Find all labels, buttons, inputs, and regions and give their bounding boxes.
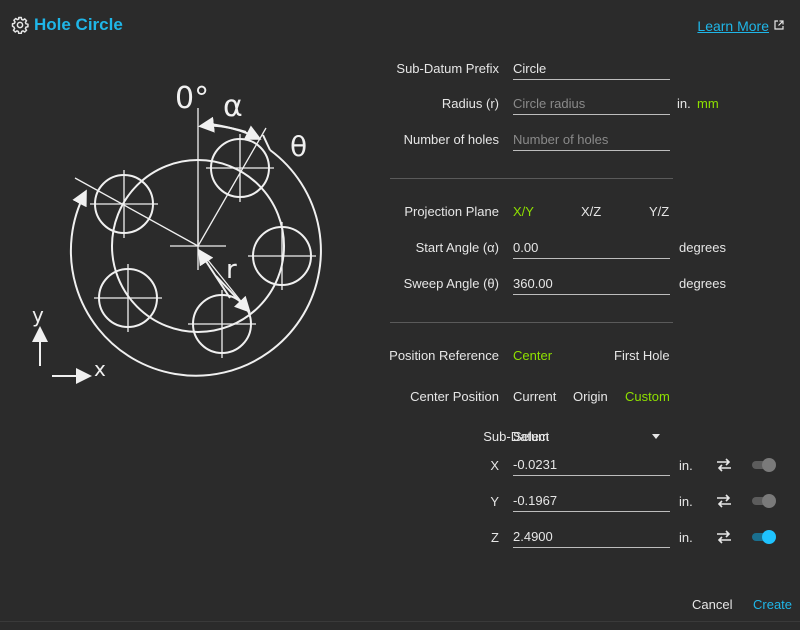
sweep-angle-input[interactable]: 360.00 bbox=[513, 273, 670, 295]
unit-mm-option[interactable]: mm bbox=[697, 96, 719, 111]
coord-x-toggle[interactable] bbox=[750, 458, 776, 472]
swap-icon[interactable] bbox=[716, 530, 732, 544]
radius-label: Radius (r) bbox=[441, 96, 499, 111]
coord-z-unit: in. bbox=[679, 530, 693, 545]
start-angle-unit: degrees bbox=[679, 240, 726, 255]
start-angle-input[interactable]: 0.00 bbox=[513, 237, 670, 259]
prefix-label: Sub-Datum Prefix bbox=[396, 61, 499, 76]
divider bbox=[0, 621, 800, 622]
sweep-angle-unit: degrees bbox=[679, 276, 726, 291]
coord-z-label: Z bbox=[491, 530, 499, 545]
prefix-input[interactable]: Circle bbox=[513, 58, 670, 80]
create-button[interactable]: Create bbox=[753, 597, 792, 612]
plane-label: Projection Plane bbox=[404, 204, 499, 219]
sweep-arc bbox=[69, 149, 322, 377]
center-position-label: Center Position bbox=[410, 389, 499, 404]
coord-x-label: X bbox=[490, 458, 499, 473]
coord-y-unit: in. bbox=[679, 494, 693, 509]
page-title: Hole Circle bbox=[34, 15, 123, 34]
center-current-option[interactable]: Current bbox=[513, 389, 556, 404]
cancel-button[interactable]: Cancel bbox=[692, 597, 732, 612]
center-custom-option[interactable]: Custom bbox=[625, 389, 670, 404]
title-bar: Hole Circle Learn More bbox=[0, 0, 800, 50]
radius-input[interactable]: Circle radius bbox=[513, 93, 670, 115]
plane-xy-option[interactable]: X/Y bbox=[513, 204, 534, 219]
coord-z-toggle[interactable] bbox=[750, 530, 776, 544]
hole-circle-diagram: 0° α θ r y x bbox=[32, 81, 322, 384]
swap-icon[interactable] bbox=[716, 458, 732, 472]
divider bbox=[390, 178, 673, 179]
position-reference-label: Position Reference bbox=[389, 348, 499, 363]
coord-x-unit: in. bbox=[679, 458, 693, 473]
unit-in-option[interactable]: in. bbox=[677, 96, 691, 111]
chevron-down-icon[interactable] bbox=[652, 434, 660, 439]
zero-degree-label: 0° bbox=[175, 81, 209, 116]
theta-label: θ bbox=[290, 130, 307, 163]
swap-icon[interactable] bbox=[716, 494, 732, 508]
plane-yz-option[interactable]: Y/Z bbox=[649, 204, 669, 219]
center-origin-option[interactable]: Origin bbox=[573, 389, 608, 404]
radius-label: r bbox=[226, 255, 237, 285]
position-first-hole-option[interactable]: First Hole bbox=[614, 348, 670, 363]
plane-xz-option[interactable]: X/Z bbox=[581, 204, 601, 219]
external-link-icon[interactable] bbox=[774, 20, 784, 30]
alpha-label: α bbox=[223, 89, 243, 124]
coord-z-input[interactable]: 2.4900 bbox=[513, 526, 670, 548]
holes-label: Number of holes bbox=[403, 132, 499, 147]
coord-y-toggle[interactable] bbox=[750, 494, 776, 508]
coord-y-label: Y bbox=[490, 494, 499, 509]
sub-datum-select[interactable]: Select bbox=[513, 429, 549, 444]
sweep-angle-label: Sweep Angle (θ) bbox=[403, 276, 499, 291]
gear-icon[interactable] bbox=[11, 16, 29, 34]
divider bbox=[390, 322, 673, 323]
learn-more-link[interactable]: Learn More bbox=[697, 18, 769, 34]
coord-y-input[interactable]: -0.1967 bbox=[513, 490, 670, 512]
coord-x-input[interactable]: -0.0231 bbox=[513, 454, 670, 476]
x-axis-label: x bbox=[94, 357, 106, 381]
y-axis-label: y bbox=[32, 303, 44, 327]
holes-input[interactable]: Number of holes bbox=[513, 129, 670, 151]
position-center-option[interactable]: Center bbox=[513, 348, 552, 363]
start-angle-label: Start Angle (α) bbox=[415, 240, 499, 255]
